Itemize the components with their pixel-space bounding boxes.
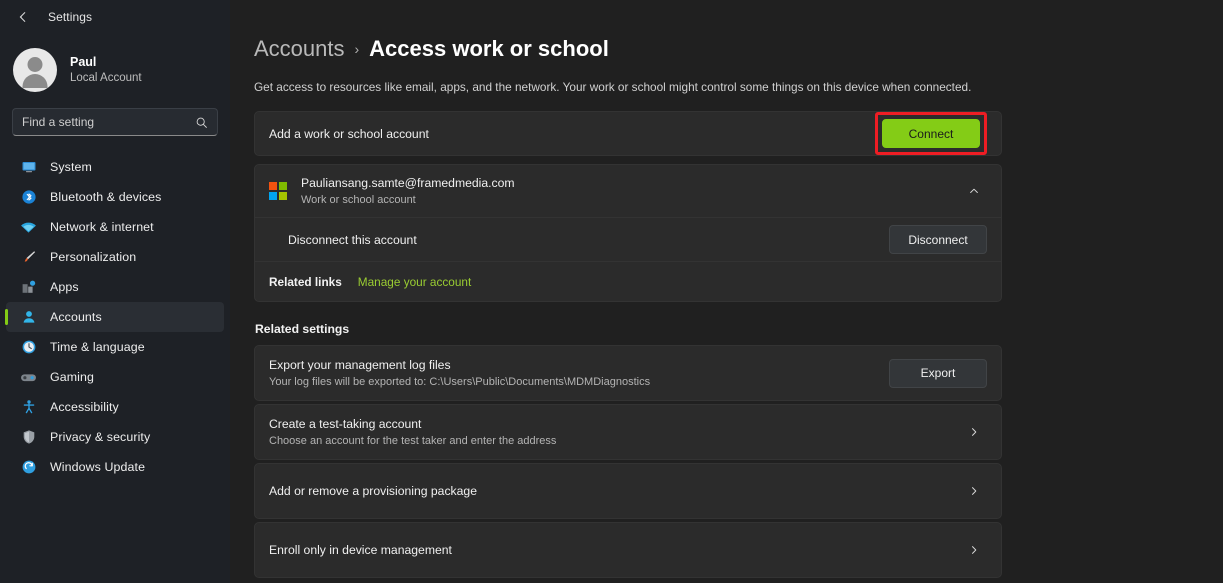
sidebar-item-time-language[interactable]: Time & language: [6, 332, 224, 362]
test-taking-account-subtitle: Choose an account for the test taker and…: [269, 435, 557, 447]
accounts-icon: [20, 309, 37, 326]
avatar: [13, 48, 57, 92]
search-box[interactable]: [12, 108, 218, 136]
connect-button[interactable]: Connect: [882, 119, 980, 148]
device-management-title: Enroll only in device management: [269, 543, 452, 557]
test-taking-account-title: Create a test-taking account: [269, 417, 422, 431]
chevron-right-icon: [961, 478, 987, 504]
disconnect-row: Disconnect this account Disconnect: [255, 217, 1001, 261]
related-links-label: Related links: [269, 274, 342, 289]
breadcrumb-separator: ›: [354, 41, 360, 57]
main-content: Accounts › Access work or school Get acc…: [230, 0, 1223, 583]
apps-icon: [20, 279, 37, 296]
user-account-type: Local Account: [70, 72, 142, 84]
sidebar-item-apps[interactable]: Apps: [6, 272, 224, 302]
sidebar-item-windows-update[interactable]: Windows Update: [6, 452, 224, 482]
account-subtitle: Work or school account: [301, 194, 416, 206]
page-description: Get access to resources like email, apps…: [254, 80, 972, 94]
sidebar-nav: System Bluetooth & devices Network & int…: [0, 152, 230, 482]
manage-your-account-link[interactable]: Manage your account: [358, 275, 471, 289]
sidebar-item-label: Apps: [50, 280, 79, 294]
titlebar: Settings: [0, 0, 230, 34]
sidebar-item-personalization[interactable]: Personalization: [6, 242, 224, 272]
network-icon: [20, 219, 37, 236]
microsoft-logo-icon: [269, 182, 287, 200]
add-account-row: Add a work or school account Connect: [255, 112, 1001, 155]
sidebar-item-label: Network & internet: [50, 220, 154, 234]
sidebar-item-system[interactable]: System: [6, 152, 224, 182]
add-account-title: Add a work or school account: [269, 126, 429, 141]
gamepad-icon: [20, 369, 37, 386]
settings-window: Settings Paul Local Account Find a setti…: [0, 0, 1223, 583]
sidebar: Settings Paul Local Account Find a setti…: [0, 0, 230, 583]
sidebar-item-label: Privacy & security: [50, 430, 151, 444]
sidebar-item-network-internet[interactable]: Network & internet: [6, 212, 224, 242]
user-profile[interactable]: Paul Local Account: [0, 34, 230, 96]
connect-button-highlight: Connect: [875, 112, 987, 155]
provisioning-package-card: Add or remove a provisioning package: [254, 463, 1002, 519]
sidebar-item-accessibility[interactable]: Accessibility: [6, 392, 224, 422]
provisioning-package-title: Add or remove a provisioning package: [269, 484, 477, 498]
export-log-title: Export your management log files: [269, 358, 451, 372]
test-taking-account-row[interactable]: Create a test-taking account Choose an a…: [255, 405, 1001, 459]
search-input[interactable]: [22, 115, 195, 129]
breadcrumb: Accounts › Access work or school: [254, 36, 1002, 62]
test-taking-account-card: Create a test-taking account Choose an a…: [254, 404, 1002, 460]
sidebar-item-label: Bluetooth & devices: [50, 190, 162, 204]
related-links-row: Related links Manage your account: [255, 261, 1001, 301]
back-button[interactable]: [10, 5, 36, 29]
sidebar-item-label: Gaming: [50, 370, 94, 384]
sidebar-item-accounts[interactable]: Accounts: [6, 302, 224, 332]
chevron-up-icon[interactable]: [961, 178, 987, 204]
user-name: Paul: [70, 55, 97, 69]
export-log-row: Export your management log files Your lo…: [255, 346, 1001, 400]
brush-icon: [20, 249, 37, 266]
accessibility-icon: [20, 399, 37, 416]
account-email: Pauliansang.samte@framedmedia.com: [301, 176, 515, 190]
connected-account-row[interactable]: Pauliansang.samte@framedmedia.com Work o…: [255, 165, 1001, 217]
sidebar-item-bluetooth-devices[interactable]: Bluetooth & devices: [6, 182, 224, 212]
export-log-card: Export your management log files Your lo…: [254, 345, 1002, 401]
window-title: Settings: [48, 10, 93, 24]
clock-icon: [20, 339, 37, 356]
disconnect-button[interactable]: Disconnect: [889, 225, 987, 254]
provisioning-package-row[interactable]: Add or remove a provisioning package: [255, 464, 1001, 518]
update-icon: [20, 459, 37, 476]
chevron-right-icon: [961, 419, 987, 445]
sidebar-item-label: Personalization: [50, 250, 137, 264]
sidebar-item-privacy-security[interactable]: Privacy & security: [6, 422, 224, 452]
bluetooth-icon: [20, 189, 37, 206]
export-button[interactable]: Export: [889, 358, 987, 388]
related-settings-heading: Related settings: [255, 322, 350, 336]
system-icon: [20, 159, 37, 176]
device-management-card: Enroll only in device management: [254, 522, 1002, 578]
chevron-right-icon: [961, 537, 987, 563]
sidebar-item-label: System: [50, 160, 92, 174]
shield-icon: [20, 429, 37, 446]
sidebar-item-label: Accounts: [50, 310, 102, 324]
add-account-card: Add a work or school account Connect: [254, 111, 1002, 156]
device-management-row[interactable]: Enroll only in device management: [255, 523, 1001, 577]
sidebar-item-label: Accessibility: [50, 400, 119, 414]
disconnect-title: Disconnect this account: [288, 232, 417, 247]
sidebar-item-label: Windows Update: [50, 460, 146, 474]
export-log-subtitle: Your log files will be exported to: C:\U…: [269, 376, 651, 388]
sidebar-item-label: Time & language: [50, 340, 145, 354]
page-title: Access work or school: [369, 36, 609, 61]
connected-account-card: Pauliansang.samte@framedmedia.com Work o…: [254, 164, 1002, 302]
sidebar-item-gaming[interactable]: Gaming: [6, 362, 224, 392]
search-icon: [195, 116, 208, 129]
breadcrumb-parent[interactable]: Accounts: [254, 36, 345, 62]
